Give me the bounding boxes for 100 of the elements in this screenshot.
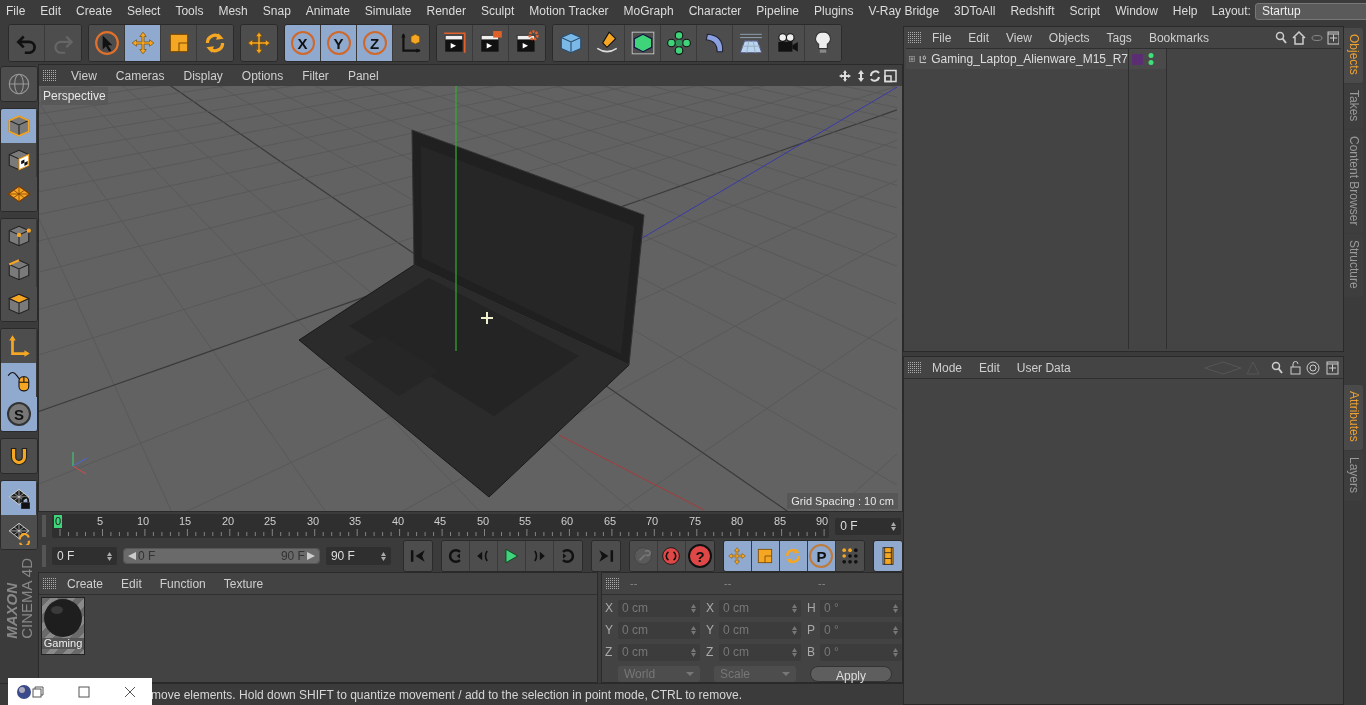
menu-item[interactable]: MoGraph [623,2,674,20]
menu-item[interactable]: Cameras [115,66,165,85]
menu-item[interactable]: Select [127,2,161,20]
spinner-icon [891,521,896,531]
current-frame-field[interactable]: 0 F [835,517,901,535]
frame-label: 70 [646,515,659,528]
restore-icon[interactable] [32,685,44,698]
menu-item[interactable]: Plugins [814,2,854,20]
tweak-button[interactable] [1,363,37,397]
subdivision-cube-icon [629,30,656,56]
apply-button[interactable]: Apply [810,666,892,682]
menu-item[interactable]: Script [1069,2,1101,20]
menu-item[interactable]: Tags [1106,28,1132,47]
globe-button[interactable] [1,67,37,101]
menu-item[interactable]: Animate [305,2,350,20]
crosshair-icon [480,311,494,325]
axis-label: H [807,600,817,617]
points-button[interactable] [1,219,37,253]
spinner-icon [381,551,386,561]
menu-item[interactable]: Filter [302,66,329,85]
param-button[interactable]: P [808,541,836,571]
menu-item[interactable]: Display [183,66,223,85]
spinner-icon [107,551,112,561]
menu-item[interactable]: Create [67,574,104,593]
menu-item[interactable]: User Data [1016,358,1071,377]
axis-label: Z [706,644,715,661]
axis-label: X [605,600,614,617]
side-tab[interactable]: Attributes [1344,385,1363,450]
move-button[interactable] [241,25,277,61]
menu-item[interactable]: View [1006,28,1032,47]
menu-item[interactable]: Edit [121,574,142,593]
menu-item[interactable]: Tools [175,2,204,20]
menu-item[interactable]: File [6,2,26,20]
menu-item[interactable]: Create [76,2,113,20]
axis-button[interactable]: X [285,25,321,61]
menu-item[interactable]: Mesh [218,2,248,20]
lock-plane-button[interactable] [1,481,37,515]
menu-item[interactable]: Edit [40,2,62,20]
film-button[interactable] [874,541,902,571]
material-name: Gaming [42,638,84,649]
maximize-icon[interactable] [78,685,90,698]
menu-item[interactable]: V-Ray Bridge [868,2,940,20]
cube-button[interactable] [553,25,589,61]
product-logo-text: CINEMA 4D [19,558,34,639]
material-swatch[interactable]: Gaming [41,597,85,655]
axis-label: B [807,644,816,661]
menu-item[interactable]: Simulate [364,2,412,20]
menu-item[interactable]: Render [426,2,466,20]
material-sphere-icon [43,598,83,638]
key-icon [633,546,654,566]
menu-item[interactable]: Window [1115,2,1158,20]
menu-item[interactable]: Bookmarks [1148,28,1209,47]
axis-mode-button[interactable] [1,329,37,363]
frame-label: 85 [774,515,787,528]
move-button[interactable] [724,541,752,571]
select-button[interactable] [89,25,125,61]
menu-item[interactable]: Sculpt [480,2,515,20]
start-frame-field[interactable]: 0 F [51,547,117,565]
rotate-button[interactable] [780,541,808,571]
model-button[interactable] [1,109,37,143]
dot-grid-icon [840,546,860,566]
frame-range-slider[interactable] [124,549,319,563]
menu-item[interactable]: View [71,66,97,85]
side-tab[interactable]: Objects [1344,28,1363,83]
timeline-ruler[interactable]: 0 5 10 15 20 25 30 35 40 45 50 55 60 65 70 75 80 85 90 [52,514,830,538]
menu-item[interactable]: Objects [1048,28,1090,47]
frame-label: 30 [307,515,320,528]
object-row[interactable]: Gaming_Laptop_Alienware_M15_R7 [906,49,1128,69]
menu-item[interactable]: Redshift [1010,2,1055,20]
solo-button[interactable]: S [1,397,37,431]
autokey-button[interactable]: ? [686,541,714,571]
menu-item[interactable]: Pipeline [756,2,800,20]
app-logo-icon [16,683,32,700]
menu-item[interactable]: Function [159,574,206,593]
menu-item[interactable]: Texture [223,574,264,593]
viewport-navigation-icon [838,68,898,83]
object-name: Gaming_Laptop_Alienware_M15_R7 [931,51,1128,68]
scale-button[interactable] [752,541,780,571]
menu-item[interactable]: Edit [968,28,990,47]
menu-item[interactable]: Help [1172,2,1198,20]
menu-item[interactable]: Panel [347,66,379,85]
axis-button[interactable]: Z [357,25,393,61]
move-button[interactable] [125,25,161,61]
axis-button[interactable]: Y [321,25,357,61]
layout-dropdown[interactable]: Startup [1254,2,1366,20]
menu-item[interactable]: Character [688,2,742,20]
close-icon[interactable] [124,685,136,698]
end-frame-field[interactable]: 90 F [325,547,391,565]
render-view-button[interactable] [437,25,473,61]
magnet-button[interactable] [1,439,37,473]
menu-item[interactable]: Edit [979,358,1000,377]
menu-item[interactable]: 3DToAll [954,2,996,20]
menu-item[interactable]: Mode [932,358,963,377]
menu-item[interactable]: File [932,28,952,47]
axis-label: Y [605,622,614,639]
menu-item[interactable]: Snap [262,2,291,20]
frame-label: 0 [54,515,63,528]
visibility-dots-icon[interactable] [1148,52,1154,66]
menu-item[interactable]: Motion Tracker [529,2,609,20]
menu-item[interactable]: Options [241,66,284,85]
